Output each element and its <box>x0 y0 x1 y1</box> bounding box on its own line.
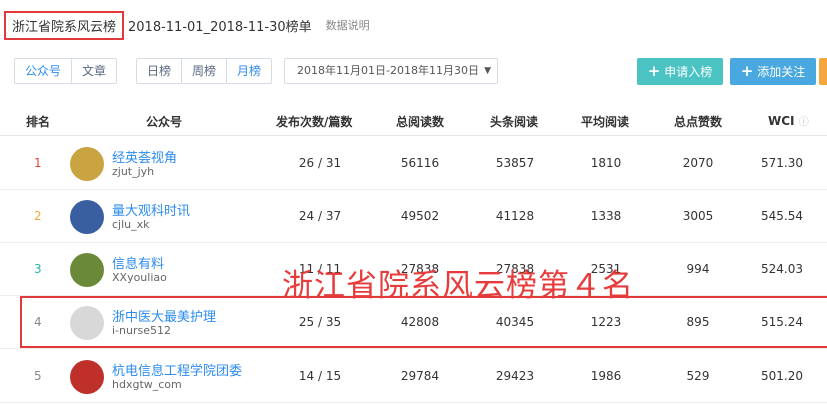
rank-number: 3 <box>34 262 42 276</box>
add-follow-button[interactable]: + 添加关注 <box>730 58 816 85</box>
col-account: 公众号 <box>146 115 183 129</box>
account-name-link[interactable]: 杭电信息工程学院团委 <box>112 360 242 379</box>
account-id: zjut_jyh <box>112 165 155 178</box>
title-row: 浙江省院系风云榜 2018-11-01_2018-11-30榜单 数据说明 <box>4 10 370 40</box>
ranking-title: 浙江省院系风云榜 <box>4 10 125 40</box>
account-id: hdxgtw_com <box>112 378 182 391</box>
headline-reads: 53857 <box>495 156 535 170</box>
plus-icon: + <box>647 62 661 80</box>
tab-daily[interactable]: 日榜 <box>137 59 183 83</box>
headline-reads: 29423 <box>495 369 535 383</box>
rank-number: 2 <box>34 209 42 223</box>
total-likes: 3005 <box>682 209 714 223</box>
table-row[interactable]: 1 经英荟视角 zjut_jyh 26 / 31 56116 53857 181… <box>0 137 827 190</box>
total-likes: 529 <box>686 369 710 383</box>
avg-reads: 1810 <box>590 156 622 170</box>
table-row[interactable]: 2 量大观科时讯 cjlu_xk 24 / 37 49502 41128 133… <box>0 190 827 243</box>
account-id: cjlu_xk <box>112 218 150 231</box>
total-reads: 49502 <box>400 209 440 223</box>
table-header: 排名 公众号 发布次数/篇数 总阅读数 头条阅读 平均阅读 总点赞数 WCI ⓘ <box>0 104 827 136</box>
account-name-link[interactable]: 经英荟视角 <box>112 147 177 166</box>
headline-reads: 41128 <box>495 209 535 223</box>
wci-score: 545.54 <box>761 209 803 223</box>
col-headline-reads[interactable]: 头条阅读 <box>490 113 538 130</box>
col-publish[interactable]: 发布次数/篇数 <box>276 113 352 130</box>
apply-ranking-button[interactable]: + 申请入榜 <box>637 58 723 85</box>
publish-count: 24 / 37 <box>298 209 342 223</box>
wci-score: 524.03 <box>761 262 803 276</box>
type-tabs: 公众号 文章 <box>14 58 118 84</box>
wci-score: 501.20 <box>761 369 803 383</box>
col-total-reads[interactable]: 总阅读数 <box>396 113 444 130</box>
date-range-value: 2018年11月01日-2018年11月30日 <box>297 64 479 77</box>
tab-articles[interactable]: 文章 <box>72 59 116 83</box>
account-avatar[interactable] <box>70 253 104 287</box>
date-range-select[interactable]: 2018年11月01日-2018年11月30日 ▼ <box>284 58 498 84</box>
tab-weekly[interactable]: 周榜 <box>182 59 228 83</box>
plus-icon: + <box>740 62 754 80</box>
rank-number: 1 <box>34 156 42 170</box>
period-tabs: 日榜 周榜 月榜 <box>136 58 273 84</box>
account-avatar[interactable] <box>70 147 104 181</box>
caret-down-icon: ▼ <box>484 66 491 76</box>
total-likes: 994 <box>686 262 710 276</box>
account-id: XXyouliao <box>112 271 167 284</box>
controls-row: 公众号 文章 日榜 周榜 月榜 2018年11月01日-2018年11月30日 … <box>14 58 827 85</box>
rank-number: 5 <box>34 369 42 383</box>
col-rank[interactable]: 排名 <box>26 113 50 130</box>
publish-count: 26 / 31 <box>298 156 342 170</box>
col-avg-reads[interactable]: 平均阅读 <box>581 113 629 130</box>
publish-count: 14 / 15 <box>298 369 342 383</box>
avg-reads: 1986 <box>590 369 622 383</box>
account-name-link[interactable]: 信息有料 <box>112 253 164 272</box>
info-icon: ⓘ <box>798 117 809 128</box>
col-wci[interactable]: WCI ⓘ <box>768 113 809 128</box>
account-avatar[interactable] <box>70 200 104 234</box>
ranking-dates: 2018-11-01_2018-11-30榜单 <box>128 19 312 35</box>
total-reads: 56116 <box>400 156 440 170</box>
data-note-link[interactable]: 数据说明 <box>326 17 370 33</box>
overlay-caption: 浙江省院系风云榜第４名 <box>282 268 634 304</box>
more-button[interactable] <box>819 58 827 85</box>
total-likes: 2070 <box>682 156 714 170</box>
col-likes[interactable]: 总点赞数 <box>674 113 722 130</box>
account-avatar[interactable] <box>70 360 104 394</box>
avg-reads: 1338 <box>590 209 622 223</box>
account-name-link[interactable]: 量大观科时讯 <box>112 200 190 219</box>
total-reads: 29784 <box>400 369 440 383</box>
tab-accounts[interactable]: 公众号 <box>15 59 73 83</box>
tab-monthly[interactable]: 月榜 <box>227 59 271 83</box>
table-row[interactable]: 5 杭电信息工程学院团委 hdxgtw_com 14 / 15 29784 29… <box>0 350 827 403</box>
wci-score: 571.30 <box>761 156 803 170</box>
